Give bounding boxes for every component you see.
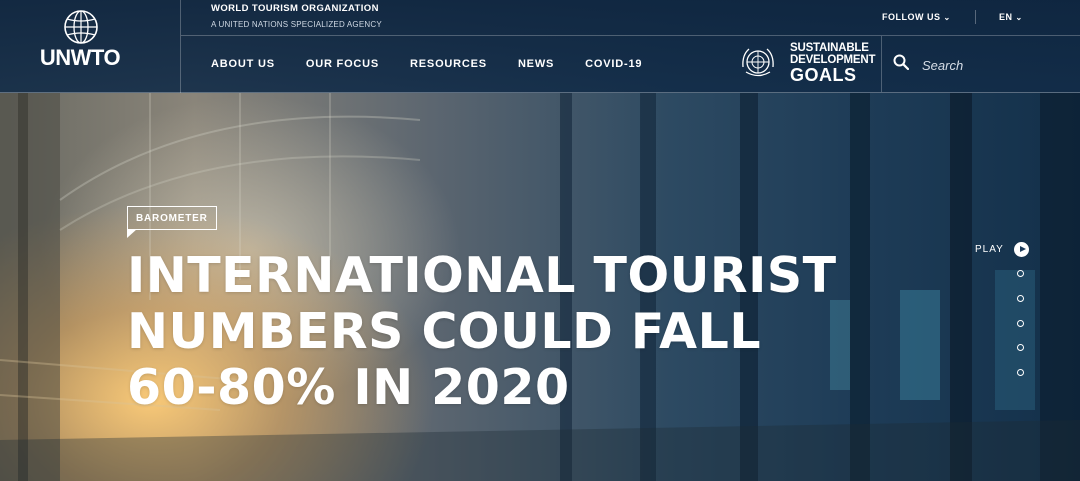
globe-logo-icon (64, 10, 98, 44)
nav-item-covid-19[interactable]: COVID-19 (585, 58, 642, 70)
follow-us-dropdown[interactable]: FOLLOW US ⌄ (882, 12, 951, 22)
logo-text: UNWTO (39, 45, 121, 70)
slide-dot-5[interactable] (1017, 369, 1024, 376)
nav-item-resources[interactable]: RESOURCES (410, 58, 487, 70)
nav-item-our-focus[interactable]: OUR FOCUS (306, 58, 379, 70)
headline-line-3: 60-80% IN 2020 (127, 359, 570, 416)
sdg-logo[interactable]: SUSTAINABLE DEVELOPMENT GOALS (790, 42, 876, 85)
headline-line-2: NUMBERS COULD FALL (127, 303, 762, 360)
sdg-line-3: GOALS (790, 65, 857, 85)
org-subtitle: A UNITED NATIONS SPECIALIZED AGENCY (211, 20, 382, 29)
main-nav: ABOUT US OUR FOCUS RESOURCES NEWS COVID-… (211, 58, 673, 70)
logo-link[interactable]: UNWTO (0, 0, 181, 93)
play-label: PLAY (975, 244, 1004, 255)
divider (975, 10, 976, 24)
play-icon[interactable] (1014, 242, 1029, 257)
follow-us-label: FOLLOW US (882, 12, 941, 22)
org-name: WORLD TOURISM ORGANIZATION (211, 3, 379, 14)
page: UNWTO WORLD TOURISM ORGANIZATION A UNITE… (0, 0, 1080, 481)
search-input[interactable] (920, 55, 1064, 75)
language-dropdown[interactable]: EN ⌄ (999, 12, 1023, 22)
headline-line-1: INTERNATIONAL TOURIST (127, 247, 837, 304)
divider (181, 35, 1080, 36)
chevron-down-icon: ⌄ (943, 13, 951, 22)
divider (881, 36, 882, 92)
slide-dot-3[interactable] (1017, 320, 1024, 327)
slide-dot-4[interactable] (1017, 344, 1024, 351)
badge-tail (127, 229, 137, 238)
hero-headline[interactable]: INTERNATIONAL TOURIST NUMBERS COULD FALL… (127, 247, 837, 416)
sdg-line-1: SUSTAINABLE (790, 42, 869, 54)
nav-item-about-us[interactable]: ABOUT US (211, 58, 275, 70)
un-emblem-icon[interactable] (740, 45, 776, 79)
site-header: UNWTO WORLD TOURISM ORGANIZATION A UNITE… (0, 0, 1080, 93)
chevron-down-icon: ⌄ (1015, 13, 1023, 22)
search-icon[interactable] (893, 54, 909, 70)
divider (0, 92, 1080, 93)
slide-dot-2[interactable] (1017, 295, 1024, 302)
nav-item-news[interactable]: NEWS (518, 58, 554, 70)
category-badge[interactable]: BAROMETER (127, 206, 217, 230)
slide-dot-1[interactable] (1017, 270, 1024, 277)
language-label: EN (999, 12, 1013, 22)
